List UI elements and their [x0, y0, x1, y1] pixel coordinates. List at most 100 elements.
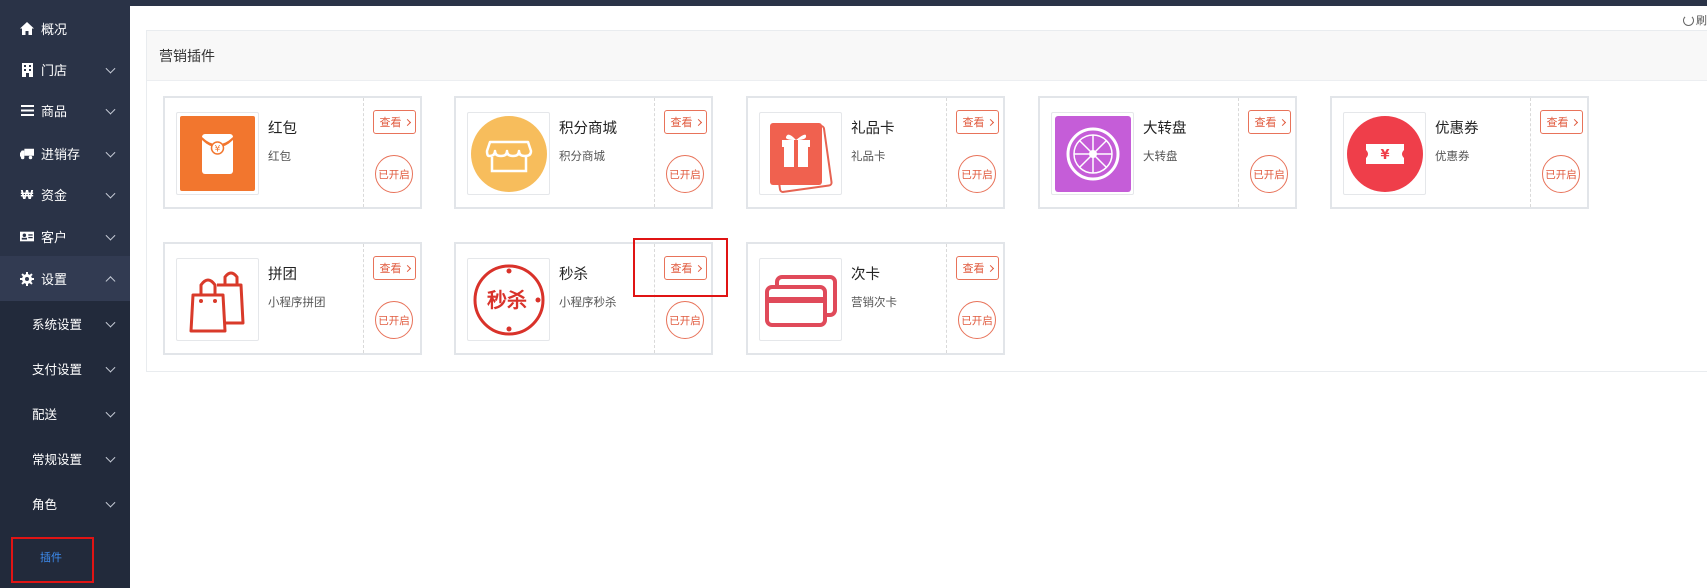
sidebar-sub-label: 支付设置 — [32, 363, 83, 377]
sidebar-sub-delivery[interactable]: 配送 — [0, 391, 130, 436]
view-button[interactable]: 查看 — [664, 110, 707, 134]
plugin-card-count-card: 次卡 营销次卡 查看 已开启 — [746, 242, 1005, 355]
chevron-down-icon — [105, 188, 116, 199]
sidebar-sub-payment-settings[interactable]: 支付设置 — [0, 346, 130, 391]
won-icon: ₩ — [20, 187, 34, 202]
chevron-down-icon — [105, 147, 116, 158]
plugin-name: 优惠券 — [1435, 121, 1479, 137]
refresh-label: 刷 — [1696, 15, 1707, 27]
view-button-label: 查看 — [379, 263, 402, 275]
chevron-down-icon — [105, 452, 116, 463]
chevron-right-icon — [1570, 118, 1578, 126]
sidebar-item-label: 门店 — [41, 63, 68, 78]
sidebar-item-inventory[interactable]: 进销存 — [0, 131, 130, 176]
plugin-desc: 积分商城 — [559, 151, 605, 163]
sidebar-item-overview[interactable]: 概况 — [0, 6, 130, 51]
chevron-up-icon — [105, 275, 116, 286]
plugin-thumbnail: ¥ — [1343, 112, 1426, 195]
plugin-card-points-mall: 积分商城 积分商城 查看 已开启 — [454, 96, 713, 209]
plugin-thumbnail: 秒杀 — [467, 258, 550, 341]
plugin-desc: 营销次卡 — [851, 297, 897, 309]
refresh-button[interactable]: 刷 — [1683, 12, 1707, 28]
card-divider — [1238, 98, 1239, 207]
plugin-thumbnail — [1051, 112, 1134, 195]
plugin-desc: 优惠券 — [1435, 151, 1470, 163]
chevron-right-icon — [1278, 118, 1286, 126]
sidebar-item-funds[interactable]: ₩ 资金 — [0, 172, 130, 217]
view-button-label: 查看 — [962, 263, 985, 275]
plugin-card-flash-sale: 秒杀 秒杀 小程序秒杀 查看 已开启 — [454, 242, 713, 355]
sidebar-sub-label: 常规设置 — [32, 453, 83, 467]
plugin-thumbnail — [467, 112, 550, 195]
plugin-thumbnail — [176, 258, 259, 341]
cards-icon — [764, 274, 837, 327]
view-button[interactable]: 查看 — [1540, 110, 1583, 134]
shop-icon — [470, 115, 547, 192]
sidebar-item-goods[interactable]: 商品 — [0, 88, 130, 133]
truck-icon — [20, 147, 34, 161]
chevron-down-icon — [105, 362, 116, 373]
sidebar-item-store[interactable]: 门店 — [0, 47, 130, 92]
plugin-desc: 小程序拼团 — [268, 297, 326, 309]
enabled-stamp: 已开启 — [958, 301, 996, 339]
sidebar-item-settings[interactable]: 设置 — [0, 256, 130, 301]
card-divider — [363, 98, 364, 207]
view-button-label: 查看 — [670, 117, 693, 129]
view-button-label: 查看 — [962, 117, 985, 129]
chevron-down-icon — [105, 317, 116, 328]
yuan-glyph: ¥ — [1380, 148, 1389, 163]
chevron-right-icon — [694, 118, 702, 126]
enabled-stamp: 已开启 — [958, 155, 996, 193]
plugin-desc: 大转盘 — [1143, 151, 1178, 163]
flash-sale-glyph: 秒杀 — [487, 288, 527, 312]
chevron-right-icon — [403, 264, 411, 272]
sidebar-item-label: 客户 — [41, 230, 68, 245]
card-divider — [946, 98, 947, 207]
enabled-stamp: 已开启 — [375, 155, 413, 193]
plugin-name: 拼团 — [268, 267, 297, 283]
chevron-down-icon — [105, 230, 116, 241]
red-envelope-icon: ¥ — [180, 116, 255, 191]
sidebar-sub-label: 角色 — [32, 498, 58, 512]
sidebar-sub-general-settings[interactable]: 常规设置 — [0, 436, 130, 481]
view-button-label: 查看 — [1254, 117, 1277, 129]
sidebar-sub-system-settings[interactable]: 系统设置 — [0, 301, 130, 346]
enabled-stamp: 已开启 — [1542, 155, 1580, 193]
chevron-right-icon — [694, 264, 702, 272]
top-bar — [130, 0, 1707, 6]
plugin-name: 秒杀 — [559, 267, 588, 283]
flash-sale-icon: 秒杀 — [473, 264, 544, 335]
plugin-name: 礼品卡 — [851, 121, 895, 137]
plugin-name: 次卡 — [851, 267, 880, 283]
sidebar-item-label: 资金 — [41, 188, 68, 203]
plugin-card-gift-card: 礼品卡 礼品卡 查看 已开启 — [746, 96, 1005, 209]
plugin-card-coupon: ¥ 优惠券 优惠券 查看 已开启 — [1330, 96, 1589, 209]
sidebar-sub-roles[interactable]: 角色 — [0, 481, 130, 526]
view-button[interactable]: 查看 — [956, 256, 999, 280]
view-button[interactable]: 查看 — [664, 256, 707, 280]
plugin-desc: 礼品卡 — [851, 151, 886, 163]
sidebar: 概况 门店 商品 进销存 ₩ 资金 客户 设置 系统设置 支付设置 配送 常规设… — [0, 0, 130, 588]
card-divider — [946, 244, 947, 353]
shopping-bag-icon — [189, 271, 244, 332]
sidebar-item-label: 商品 — [41, 104, 68, 119]
view-button[interactable]: 查看 — [373, 256, 416, 280]
sidebar-item-customer[interactable]: 客户 — [0, 214, 130, 259]
chevron-right-icon — [403, 118, 411, 126]
view-button[interactable]: 查看 — [1248, 110, 1291, 134]
gift-card-icon — [769, 122, 833, 193]
enabled-stamp: 已开启 — [666, 301, 704, 339]
sidebar-item-label: 概况 — [41, 22, 68, 37]
card-divider — [654, 244, 655, 353]
sidebar-sub-plugins[interactable]: 插件 — [0, 526, 130, 588]
plugin-thumbnail — [759, 258, 842, 341]
id-card-icon — [20, 230, 34, 244]
chevron-down-icon — [105, 497, 116, 508]
plugin-name: 大转盘 — [1143, 121, 1187, 137]
sidebar-sub-label: 配送 — [32, 408, 58, 422]
coupon-icon: ¥ — [1346, 115, 1423, 192]
plugin-thumbnail: ¥ — [176, 112, 259, 195]
view-button[interactable]: 查看 — [373, 110, 416, 134]
view-button[interactable]: 查看 — [956, 110, 999, 134]
card-divider — [1530, 98, 1531, 207]
